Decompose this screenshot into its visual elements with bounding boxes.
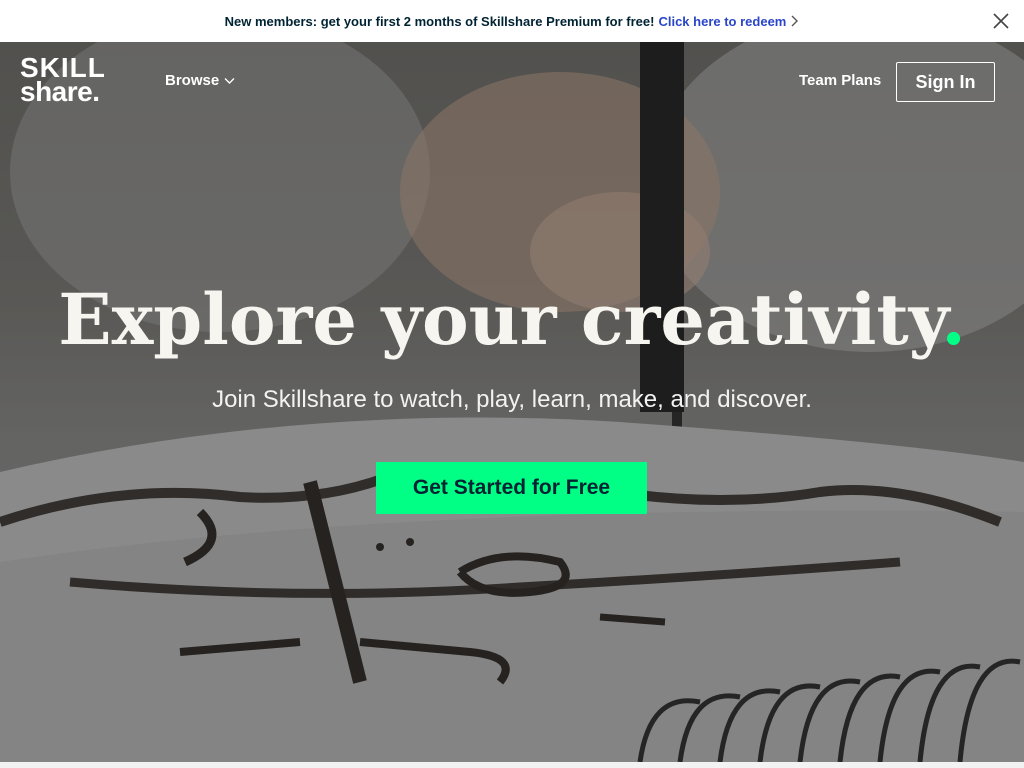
redeem-link[interactable]: Click here to redeem (658, 14, 799, 29)
browse-menu[interactable]: Browse (165, 72, 235, 89)
page-bottom-strip (0, 762, 1024, 768)
chevron-right-icon (791, 15, 799, 27)
team-plans-link[interactable]: Team Plans (799, 72, 881, 89)
get-started-button[interactable]: Get Started for Free (376, 462, 647, 514)
close-icon[interactable] (992, 12, 1010, 30)
hero-headline: Explore your creativity. (0, 278, 1024, 361)
skillshare-logo[interactable]: SKILL share. (20, 54, 106, 107)
sign-in-button[interactable]: Sign In (896, 62, 995, 102)
hero-subhead: Join Skillshare to watch, play, learn, m… (212, 386, 812, 413)
logo-line-2: share. (20, 76, 100, 107)
browse-label: Browse (165, 72, 220, 89)
promo-banner: New members: get your first 2 months of … (0, 0, 1024, 42)
promo-text: New members: get your first 2 months of … (224, 13, 655, 29)
sign-in-label: Sign In (915, 71, 976, 92)
chevron-down-icon (224, 77, 235, 84)
headline-accent-dot: . (941, 278, 966, 361)
redeem-link-label: Click here to redeem (658, 13, 787, 29)
hero-headline-text: Explore your creativity (58, 278, 942, 361)
get-started-label: Get Started for Free (412, 476, 611, 499)
